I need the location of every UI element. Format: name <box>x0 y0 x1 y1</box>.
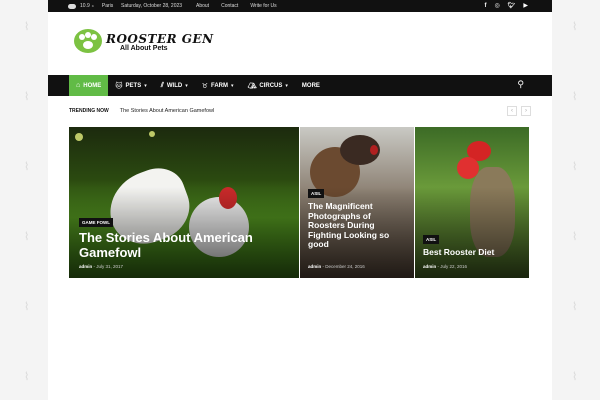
post-author[interactable]: admin <box>423 264 436 269</box>
twitter-icon[interactable]: 🐦︎ <box>508 0 516 12</box>
weather-unit: C <box>91 4 94 8</box>
about-link[interactable]: About <box>196 0 209 12</box>
category-badge[interactable]: ASIL <box>423 235 440 244</box>
weather-city: Paris <box>101 3 114 9</box>
chevron-left-icon[interactable]: ‹ <box>507 106 517 116</box>
nav-item-pets[interactable]: 🐱︎ PETS ▾ <box>108 75 154 96</box>
cat-icon: 🐱︎ <box>115 82 123 90</box>
chevron-down-icon: ▾ <box>230 82 234 89</box>
chevron-right-icon[interactable]: › <box>521 106 531 116</box>
chevron-down-icon: ▾ <box>185 82 188 89</box>
cow-icon: ♉︎ <box>201 82 208 90</box>
current-date: Saturday, October 28, 2023 <box>121 3 183 9</box>
search-icon[interactable]: ⚲ <box>517 79 524 90</box>
cloud-icon <box>68 3 76 9</box>
nav-item-farm[interactable]: ♉︎ FARM ▾ <box>195 75 241 96</box>
nav-label: PETS <box>125 82 142 89</box>
trending-bar: TRENDING NOW The Stories About American … <box>69 104 531 118</box>
logo-subtitle: All About Pets <box>120 45 168 52</box>
weather-temp: 10.9 <box>80 3 90 9</box>
social-links: f ◎ 🐦︎ ▶ <box>485 0 529 12</box>
logo-title[interactable]: ROOSTER GEN <box>106 32 214 46</box>
post-date: July 31, 2017 <box>96 264 124 269</box>
header: ROOSTER GEN All About Pets <box>48 12 552 75</box>
nav-label: WILD <box>166 82 183 89</box>
youtube-icon[interactable]: ▶ <box>523 0 528 12</box>
nav-item-wild[interactable]: ⫽ WILD ▾ <box>154 75 195 96</box>
trending-label: TRENDING NOW <box>69 108 109 114</box>
nav-item-more[interactable]: MORE <box>295 75 327 96</box>
post-meta: admin - July 22, 2016 <box>423 264 468 269</box>
top-links: About Contact Write for Us <box>196 0 277 12</box>
nav-item-circus[interactable]: ⛺︎ CIRCUS ▾ <box>241 75 295 96</box>
category-badge[interactable]: ASIL <box>308 189 325 198</box>
tent-icon: ⛺︎ <box>247 82 257 90</box>
post-title[interactable]: Best Rooster Diet <box>423 247 523 258</box>
featured-tile-diet[interactable]: ASIL Best Rooster Diet admin - July 22, … <box>415 127 529 278</box>
category-badge[interactable]: GAME FOWL <box>79 218 113 227</box>
contact-link[interactable]: Contact <box>221 0 238 12</box>
featured-tile-fighting[interactable]: ASIL The Magnificent Photographs of Roos… <box>300 127 414 278</box>
instagram-icon[interactable]: ◎ <box>495 0 500 12</box>
nav-label: MORE <box>301 82 320 89</box>
post-date: July 22, 2016 <box>440 264 468 269</box>
post-title[interactable]: The Stories About American Gamefowl <box>79 230 284 260</box>
nav-label: FARM <box>210 82 228 89</box>
nav-label: CIRCUS <box>259 82 283 89</box>
post-title[interactable]: The Magnificent Photographs of Roosters … <box>308 201 408 250</box>
post-date: December 24, 2016 <box>325 264 365 269</box>
claw-icon: ⫽ <box>160 81 164 89</box>
nav-item-home[interactable]: ⌂ HOME <box>69 75 109 96</box>
chevron-down-icon: ▾ <box>144 82 147 89</box>
top-bar: 10.9 C Paris Saturday, October 28, 2023 … <box>48 0 552 12</box>
post-meta: admin - July 31, 2017 <box>79 264 124 269</box>
facebook-icon[interactable]: f <box>485 0 487 12</box>
home-icon: ⌂ <box>76 82 81 89</box>
featured-tile-gamefowl[interactable]: GAME FOWL The Stories About American Gam… <box>69 127 299 278</box>
weather-widget: 10.9 C Paris <box>68 0 113 12</box>
main-nav: ⌂ HOME 🐱︎ PETS ▾ ⫽ WILD ▾ ♉︎ FARM ▾ ⛺︎ C… <box>48 75 552 96</box>
featured-grid: GAME FOWL The Stories About American Gam… <box>69 127 529 278</box>
chevron-down-icon: ▾ <box>285 82 288 89</box>
page-container: 10.9 C Paris Saturday, October 28, 2023 … <box>48 0 552 400</box>
post-author[interactable]: admin <box>79 264 92 269</box>
nav-label: HOME <box>83 82 102 89</box>
trending-headline[interactable]: The Stories About American Gamefowl <box>120 108 214 114</box>
paw-icon[interactable] <box>74 29 102 53</box>
post-meta: admin - December 24, 2016 <box>308 264 365 269</box>
post-author[interactable]: admin <box>308 264 321 269</box>
write-for-us-link[interactable]: Write for Us <box>250 0 276 12</box>
